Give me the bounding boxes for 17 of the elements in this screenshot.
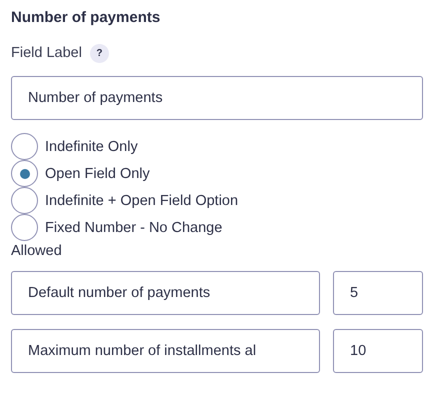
radio-button[interactable] — [11, 214, 38, 241]
option-label: Indefinite + Open Field Option — [45, 192, 238, 208]
label-input[interactable]: Maximum number of installments al — [11, 329, 320, 373]
radio-button[interactable] — [11, 160, 38, 187]
label-input[interactable]: Default number of payments — [11, 271, 320, 315]
option-label: Open Field Only — [45, 166, 150, 182]
field-label: Field Label — [11, 45, 82, 61]
option-label: Fixed Number - No Change — [45, 220, 222, 236]
option-label: Indefinite Only — [45, 138, 138, 154]
allowed-label: Allowed — [11, 243, 63, 259]
section-title: Number of payments — [11, 8, 162, 28]
number-input[interactable]: 10 — [333, 329, 423, 373]
radio-button[interactable] — [11, 187, 38, 214]
label-input[interactable]: Number of payments — [11, 76, 423, 120]
radio-button[interactable] — [11, 133, 38, 160]
help-badge[interactable]: ? — [90, 44, 109, 62]
number-input[interactable]: 5 — [333, 271, 423, 315]
